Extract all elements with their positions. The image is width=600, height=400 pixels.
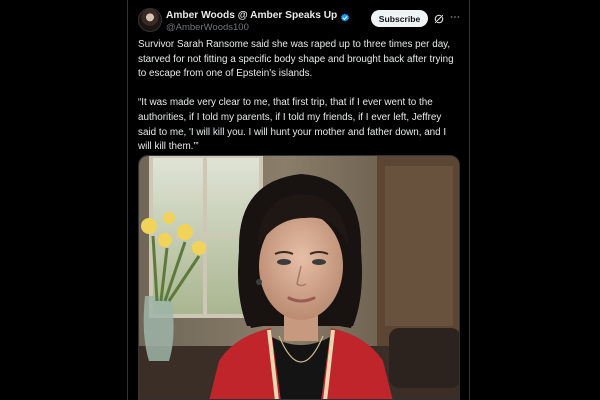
post-media-image[interactable]	[138, 155, 460, 400]
video-frame-illustration	[139, 156, 459, 399]
post-container: Amber Woods @ Amber Speaks Up @AmberWood…	[127, 0, 470, 400]
subscribe-button[interactable]: Subscribe	[371, 10, 428, 27]
verified-badge-icon	[340, 10, 350, 22]
more-icon[interactable]	[449, 11, 461, 23]
display-name[interactable]: Amber Woods @ Amber Speaks Up	[166, 10, 337, 21]
avatar[interactable]	[138, 8, 162, 32]
post-text: Survivor Sarah Ransome said she was rape…	[138, 39, 454, 153]
grok-icon[interactable]	[433, 12, 445, 24]
